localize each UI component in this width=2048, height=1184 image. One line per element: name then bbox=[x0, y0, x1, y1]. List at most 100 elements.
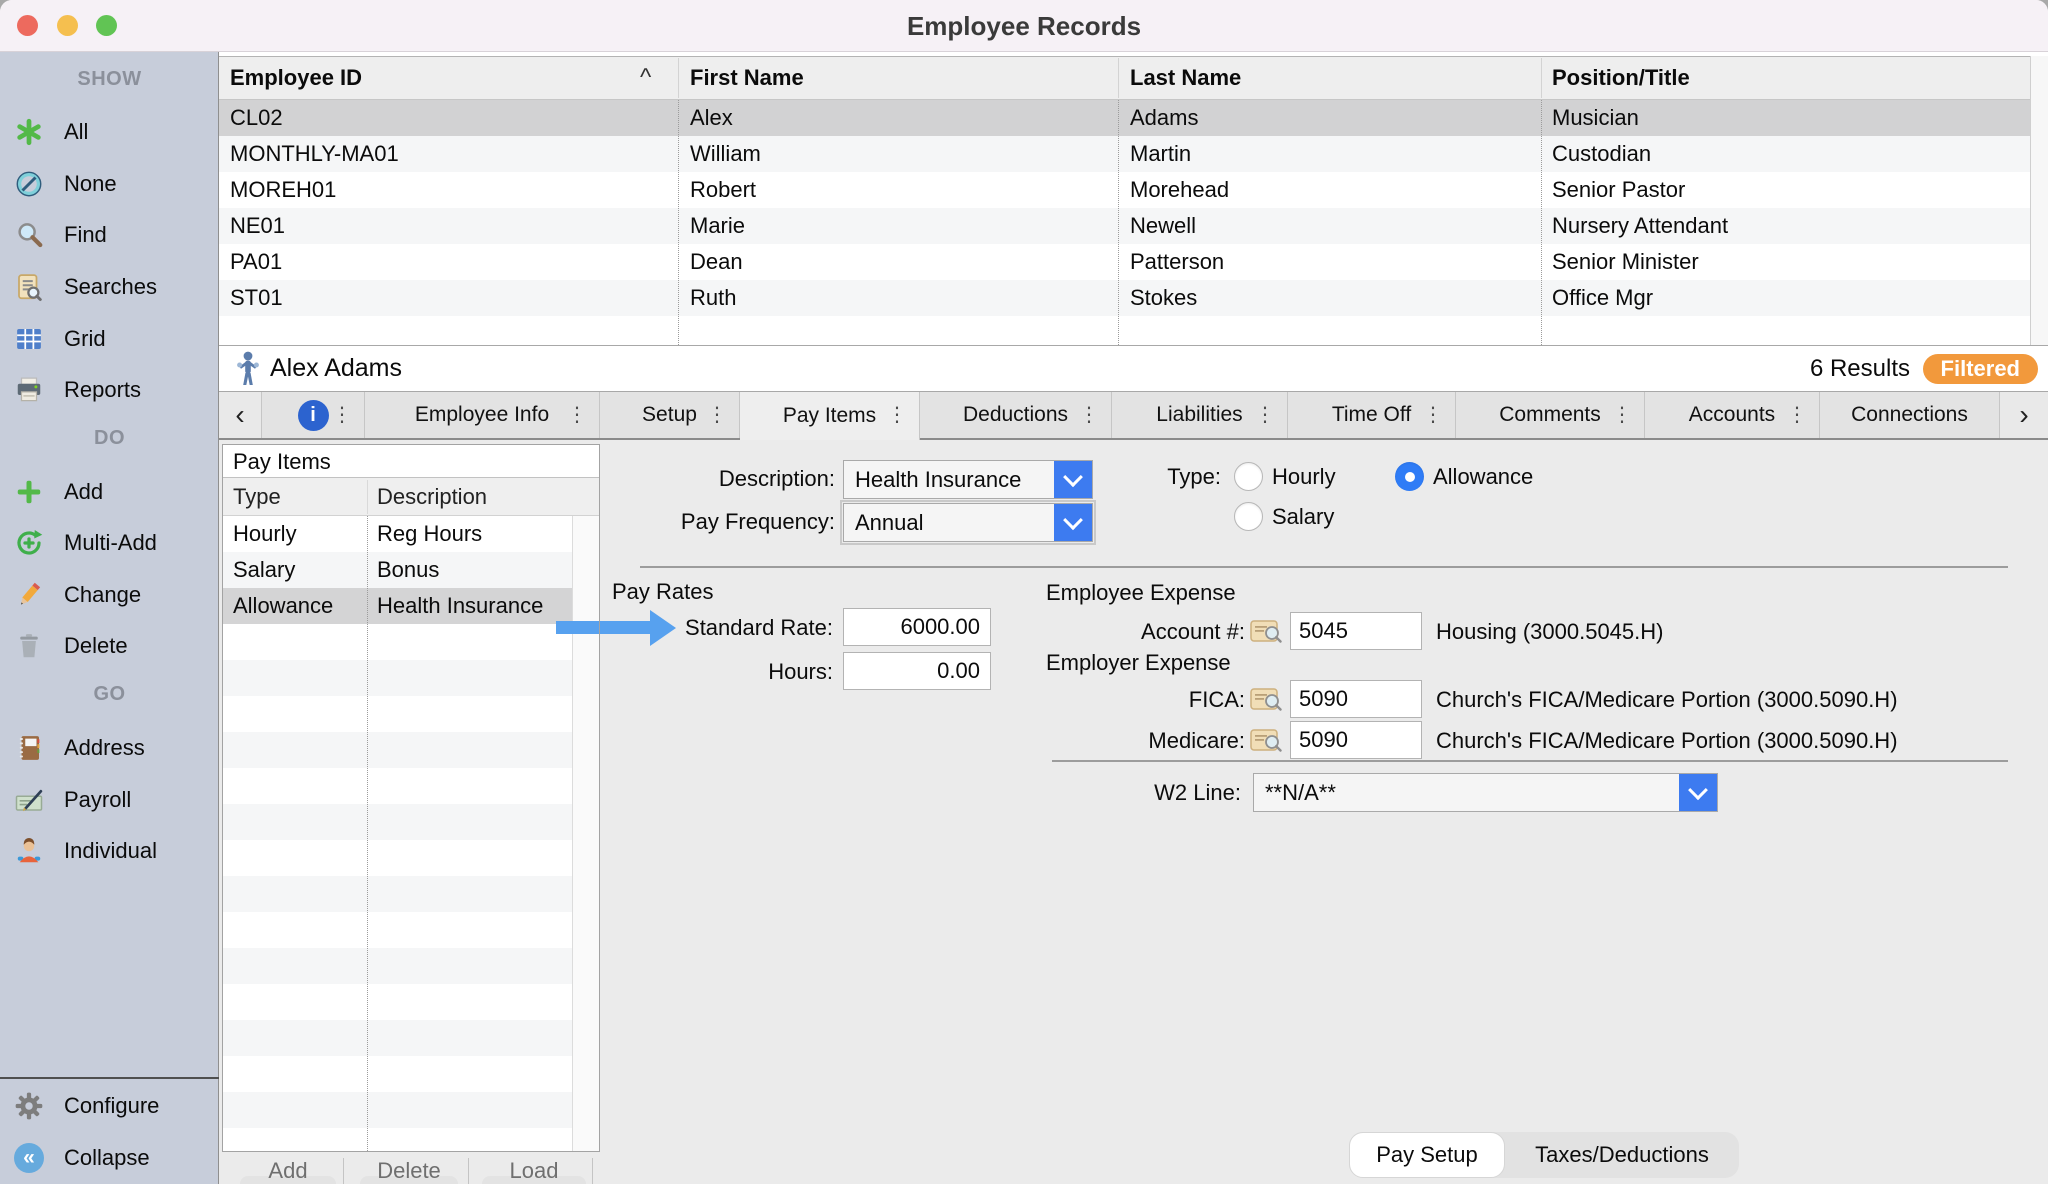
dropdown-button[interactable] bbox=[1054, 504, 1092, 541]
fica-lookup-icon[interactable] bbox=[1250, 685, 1282, 718]
radio-allowance[interactable] bbox=[1395, 462, 1424, 491]
tab-record-info[interactable]: i ⋮ bbox=[262, 392, 365, 438]
table-row[interactable]: MOREH01 Robert Morehead Senior Pastor bbox=[219, 172, 2048, 208]
tab-menu-dots-icon[interactable]: ⋮ bbox=[1787, 392, 1807, 438]
tab-menu-dots-icon[interactable]: ⋮ bbox=[1423, 392, 1443, 438]
tab-connections[interactable]: Connections bbox=[1820, 392, 2000, 438]
sidebar-item-address[interactable]: Address bbox=[0, 728, 219, 768]
column-header-position[interactable]: Position/Title bbox=[1552, 57, 1690, 99]
medicare-account-input[interactable] bbox=[1290, 721, 1422, 759]
tab-label: Setup bbox=[642, 403, 697, 427]
sidebar-item-grid[interactable]: Grid bbox=[0, 319, 219, 359]
sidebar-item-label: Reports bbox=[64, 370, 141, 410]
tab-setup[interactable]: Setup ⋮ bbox=[600, 392, 740, 438]
hours-input[interactable] bbox=[843, 652, 991, 690]
sidebar-item-change[interactable]: Change bbox=[0, 575, 219, 615]
radio-hourly-label: Hourly bbox=[1272, 464, 1336, 490]
account-number-input[interactable] bbox=[1290, 612, 1422, 650]
column-header-employee-id[interactable]: Employee ID bbox=[230, 57, 362, 99]
sidebar-item-add[interactable]: Add bbox=[0, 472, 219, 512]
sidebar-item-label: Configure bbox=[64, 1086, 159, 1126]
tab-pay-items[interactable]: Pay Items ⋮ bbox=[740, 392, 920, 440]
sidebar-item-collapse[interactable]: « Collapse bbox=[0, 1138, 219, 1178]
sidebar-item-find[interactable]: Find bbox=[0, 215, 219, 255]
account-lookup-icon[interactable] bbox=[1250, 617, 1282, 650]
cell-type: Allowance bbox=[233, 588, 333, 624]
radio-hourly[interactable] bbox=[1234, 462, 1263, 491]
header-separator bbox=[678, 58, 679, 98]
table-filler bbox=[219, 316, 2048, 345]
tab-pay-setup-label[interactable]: Pay Setup bbox=[1349, 1132, 1505, 1178]
header-separator bbox=[1541, 58, 1542, 98]
tab-menu-dots-icon[interactable]: ⋮ bbox=[1255, 392, 1275, 438]
pay-item-row[interactable]: Salary Bonus bbox=[223, 552, 572, 588]
sidebar-item-none[interactable]: None bbox=[0, 164, 219, 204]
pay-frequency-dropdown[interactable]: Annual bbox=[843, 503, 1093, 542]
section-divider bbox=[1052, 760, 2008, 762]
sort-ascending-icon[interactable]: ^ bbox=[640, 57, 651, 99]
tab-label: Comments bbox=[1499, 403, 1601, 427]
sidebar-divider bbox=[0, 1077, 219, 1079]
tab-menu-dots-icon[interactable]: ⋮ bbox=[1079, 392, 1099, 438]
column-header-description[interactable]: Description bbox=[377, 478, 487, 515]
column-header-first-name[interactable]: First Name bbox=[690, 57, 804, 99]
pay-item-row-selected[interactable]: Allowance Health Insurance bbox=[223, 588, 572, 624]
radio-salary[interactable] bbox=[1234, 502, 1263, 531]
account-description: Housing (3000.5045.H) bbox=[1436, 619, 1663, 645]
medicare-lookup-icon[interactable] bbox=[1250, 726, 1282, 759]
table-scrollbar[interactable] bbox=[2030, 56, 2048, 345]
payroll-check-icon bbox=[12, 783, 46, 817]
pay-item-delete-button[interactable]: Delete bbox=[359, 1157, 459, 1184]
cell-employee-id: ST01 bbox=[230, 280, 283, 316]
tab-liabilities[interactable]: Liabilities⋮ bbox=[1112, 392, 1288, 438]
tab-time-off[interactable]: Time Off⋮ bbox=[1288, 392, 1456, 438]
table-row[interactable]: ST01 Ruth Stokes Office Mgr bbox=[219, 280, 2048, 316]
sidebar-item-individual[interactable]: Individual bbox=[0, 831, 219, 871]
sidebar-item-payroll[interactable]: Payroll bbox=[0, 780, 219, 820]
column-header-type[interactable]: Type bbox=[233, 478, 281, 515]
fica-account-input[interactable] bbox=[1290, 680, 1422, 718]
table-row[interactable]: PA01 Dean Patterson Senior Minister bbox=[219, 244, 2048, 280]
collapse-icon: « bbox=[12, 1141, 46, 1175]
tab-deductions[interactable]: Deductions⋮ bbox=[920, 392, 1112, 438]
sidebar-item-searches[interactable]: Searches bbox=[0, 267, 219, 307]
dropdown-button[interactable] bbox=[1679, 774, 1717, 811]
tab-employee-info[interactable]: Employee Info⋮ bbox=[365, 392, 600, 438]
tab-comments[interactable]: Comments ⋮ bbox=[1456, 392, 1645, 438]
sidebar-item-reports[interactable]: Reports bbox=[0, 370, 219, 410]
table-row[interactable]: NE01 Marie Newell Nursery Attendant bbox=[219, 208, 2048, 244]
tab-taxes-deductions[interactable]: Taxes/Deductions bbox=[1505, 1132, 1739, 1178]
w2-line-dropdown[interactable]: **N/A** bbox=[1253, 773, 1718, 812]
column-divider bbox=[678, 100, 679, 345]
tab-menu-dots-icon[interactable]: ⋮ bbox=[707, 392, 727, 438]
cell-position: Senior Pastor bbox=[1552, 172, 1685, 208]
tab-menu-dots-icon[interactable]: ⋮ bbox=[1612, 392, 1632, 438]
sidebar-item-configure[interactable]: Configure bbox=[0, 1086, 219, 1126]
pay-item-load-button[interactable]: Load bbox=[484, 1157, 584, 1184]
tab-label: Pay Items bbox=[783, 404, 876, 428]
pay-items-column-divider bbox=[367, 516, 368, 1151]
sidebar-item-all[interactable]: All bbox=[0, 112, 219, 152]
pay-item-add-button[interactable]: Add bbox=[238, 1157, 338, 1184]
pay-items-scrollbar[interactable] bbox=[572, 516, 599, 1151]
record-name: Alex Adams bbox=[270, 346, 402, 391]
record-header-bar: Alex Adams 6 Results Filtered bbox=[219, 345, 2048, 392]
sidebar-item-delete[interactable]: Delete bbox=[0, 626, 219, 666]
tab-accounts[interactable]: Accounts⋮ bbox=[1645, 392, 1820, 438]
type-label: Type: bbox=[1021, 464, 1221, 490]
tab-menu-dots-icon[interactable]: ⋮ bbox=[332, 392, 352, 438]
bottom-tab-control: Pay Setup Taxes/Deductions bbox=[1349, 1132, 1739, 1178]
grid-icon bbox=[12, 322, 46, 356]
pay-item-row[interactable]: Hourly Reg Hours bbox=[223, 516, 572, 552]
filtered-badge[interactable]: Filtered bbox=[1923, 354, 2038, 384]
tab-menu-dots-icon[interactable]: ⋮ bbox=[567, 392, 587, 438]
cell-employee-id: CL02 bbox=[230, 100, 283, 136]
tab-menu-dots-icon[interactable]: ⋮ bbox=[887, 392, 907, 438]
table-row-selected[interactable]: CL02 Alex Adams Musician bbox=[219, 100, 2048, 136]
sidebar-item-multi-add[interactable]: Multi-Add bbox=[0, 523, 219, 563]
column-header-last-name[interactable]: Last Name bbox=[1130, 57, 1241, 99]
table-row[interactable]: MONTHLY-MA01 William Martin Custodian bbox=[219, 136, 2048, 172]
tabs-scroll-left-button[interactable]: ‹ bbox=[219, 392, 262, 438]
cell-employee-id: PA01 bbox=[230, 244, 282, 280]
tabs-scroll-right-button[interactable]: › bbox=[2000, 392, 2048, 438]
